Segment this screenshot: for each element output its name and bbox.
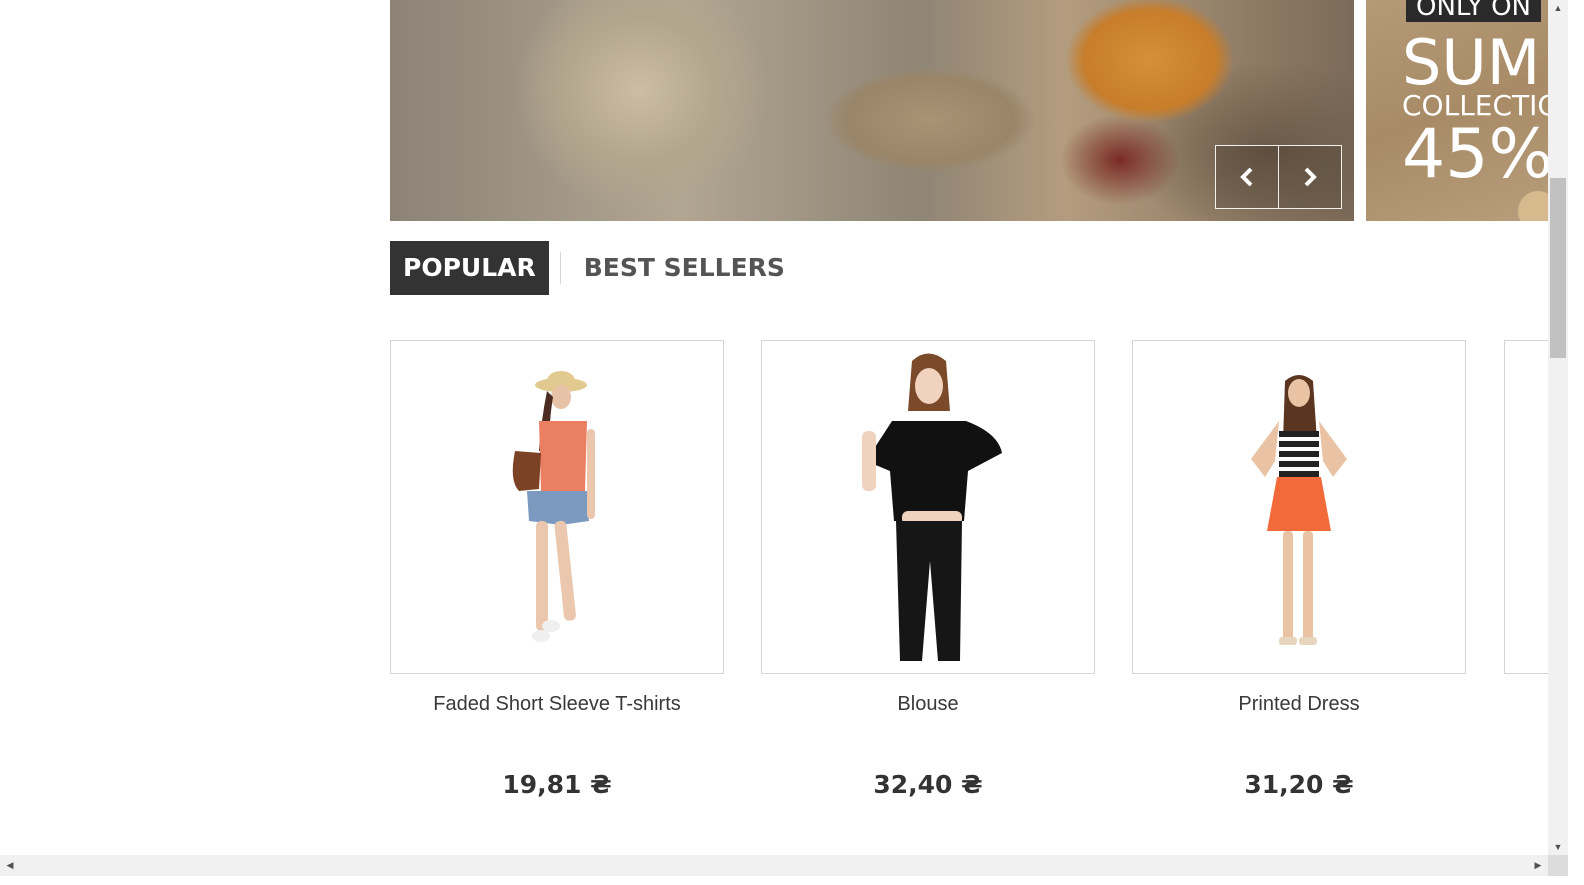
hero-slider[interactable]: [390, 0, 1354, 221]
promo-tag: ONLY ON: [1406, 0, 1542, 22]
tab-popular[interactable]: POPULAR: [390, 241, 549, 295]
product-tabs: POPULAR BEST SELLERS: [390, 241, 798, 295]
vertical-scrollbar[interactable]: ▲ ▼: [1548, 0, 1568, 855]
model-figure: [1251, 375, 1347, 645]
product-image[interactable]: [390, 340, 724, 674]
product-card: Faded Short Sleeve T-shirts 19,81 ₴: [390, 340, 724, 799]
scrollbar-corner: [1548, 855, 1568, 876]
slider-prev-button[interactable]: [1216, 146, 1278, 208]
model-figure: [512, 371, 595, 642]
promo-discount: 45%: [1402, 115, 1548, 194]
promo-banner[interactable]: ONLY ON SUM COLLECTIO 45%: [1366, 0, 1548, 221]
product-name[interactable]: Blouse: [761, 692, 1095, 716]
product-name[interactable]: Printed Dress: [1132, 692, 1466, 716]
scroll-down-icon[interactable]: ▼: [1548, 839, 1568, 855]
product-price: 32,40 ₴: [873, 770, 983, 799]
product-image[interactable]: [761, 340, 1095, 674]
promo-image-detail: [1518, 191, 1548, 221]
product-card: Printed Dress 31,20 ₴: [1132, 340, 1466, 799]
chevron-left-icon: [1240, 167, 1253, 187]
window-edge: [1568, 0, 1584, 885]
chevron-right-icon: [1304, 167, 1317, 187]
model-figure: [862, 353, 1002, 661]
product-price: 31,20 ₴: [1244, 770, 1354, 799]
slider-next-button[interactable]: [1278, 146, 1341, 208]
tab-best-sellers[interactable]: BEST SELLERS: [572, 241, 798, 295]
scroll-left-icon[interactable]: ◀: [2, 855, 18, 876]
scroll-up-icon[interactable]: ▲: [1548, 0, 1568, 16]
promo-headline: SUM: [1402, 26, 1541, 99]
slider-controls: [1215, 145, 1342, 209]
striped-top: [1279, 431, 1319, 477]
product-name[interactable]: Faded Short Sleeve T-shirts: [390, 692, 724, 716]
scroll-right-icon[interactable]: ▶: [1530, 855, 1546, 876]
scroll-thumb[interactable]: [1550, 178, 1566, 358]
tab-divider: [559, 252, 561, 284]
product-price: 19,81 ₴: [502, 770, 612, 799]
product-image[interactable]: [1132, 340, 1466, 674]
product-card: Blouse 32,40 ₴: [761, 340, 1095, 799]
horizontal-scrollbar[interactable]: ◀ ▶: [0, 855, 1548, 876]
